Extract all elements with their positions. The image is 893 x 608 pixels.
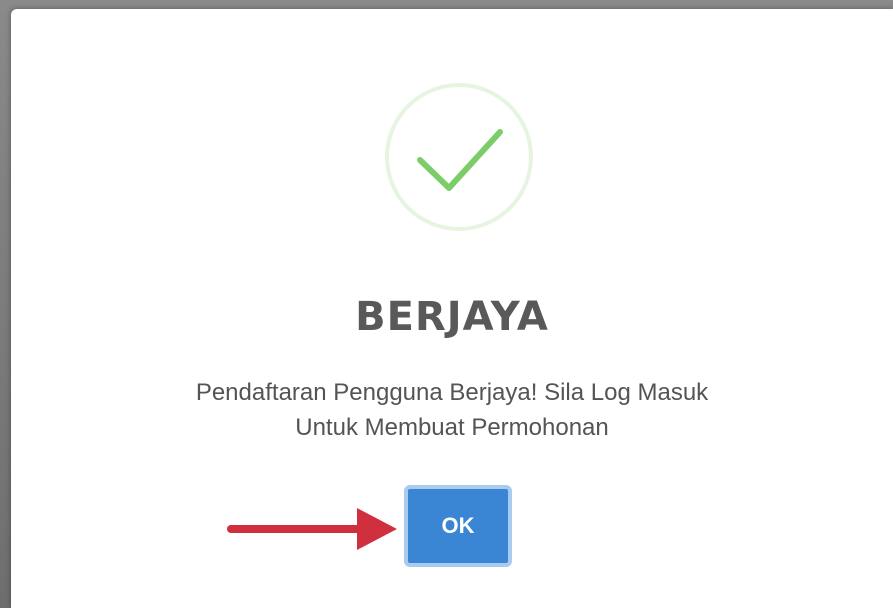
check-circle-icon bbox=[385, 83, 533, 231]
dialog-message-line: Untuk Membuat Permohonan bbox=[295, 414, 609, 441]
dialog-message-line: Pendaftaran Pengguna Berjaya! Sila Log M… bbox=[195, 379, 709, 406]
ok-button[interactable]: OK bbox=[404, 485, 512, 567]
arrow-right-icon bbox=[227, 508, 397, 550]
dialog-title: BERJAYA bbox=[355, 294, 549, 340]
success-dialog: BERJAYA Pendaftaran Pengguna Berjaya! Si… bbox=[11, 9, 893, 608]
dialog-message: Pendaftaran Pengguna Berjaya! Sila Log M… bbox=[11, 375, 893, 445]
